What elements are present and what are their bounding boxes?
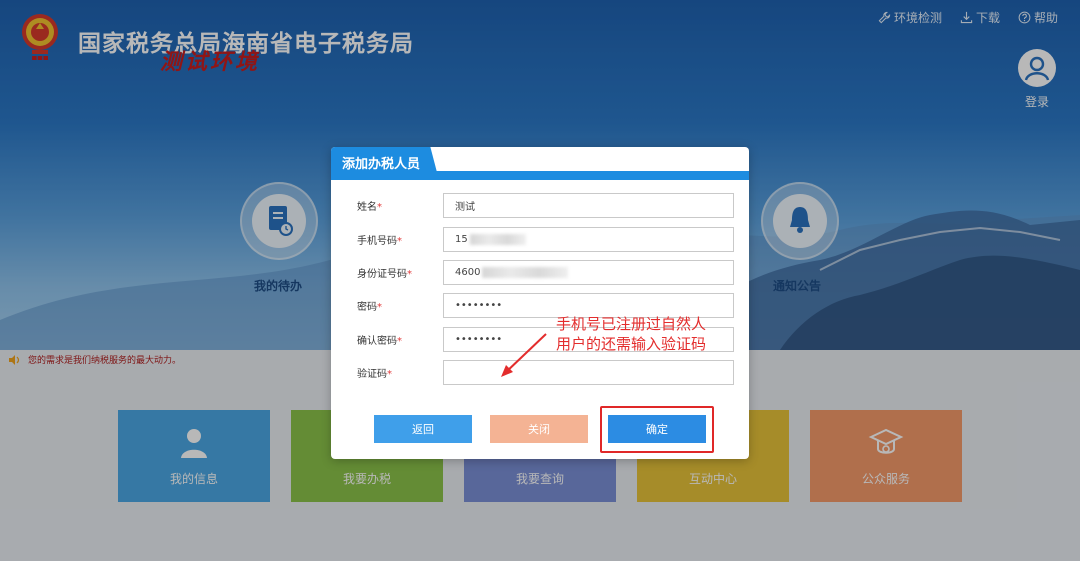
dialog-title: 添加办税人员 — [342, 157, 421, 172]
phone-input[interactable]: 15 — [443, 227, 734, 252]
close-button[interactable]: 关闭 — [490, 415, 588, 443]
dialog-title-tab: 添加办税人员 — [331, 147, 439, 180]
field-name: 姓名* 测试 — [357, 193, 735, 218]
annotation-line-2: 用户的还需输入验证码 — [556, 335, 707, 353]
name-input[interactable]: 测试 — [443, 193, 734, 218]
confirm-highlight-frame — [600, 406, 714, 453]
annotation-line-1: 手机号已注册过自然人 — [556, 315, 707, 333]
redacted-mask — [469, 234, 526, 245]
field-phone: 手机号码* 15 — [357, 227, 735, 252]
annotation-arrow — [501, 333, 547, 377]
back-button[interactable]: 返回 — [374, 415, 472, 443]
field-label: 确认密码* — [357, 336, 402, 347]
field-label: 手机号码* — [357, 236, 402, 247]
field-label: 姓名* — [357, 202, 382, 213]
id-number-input[interactable]: 4600 — [443, 260, 734, 285]
field-id-number: 身份证号码* 4600 — [357, 260, 735, 285]
field-label: 身份证号码* — [357, 269, 412, 280]
verification-code-input[interactable] — [443, 360, 734, 385]
field-label: 密码* — [357, 302, 382, 313]
field-label: 验证码* — [357, 369, 392, 380]
annotation-text: 手机号已注册过自然人 用户的还需输入验证码 — [556, 314, 706, 354]
redacted-mask — [482, 267, 569, 278]
